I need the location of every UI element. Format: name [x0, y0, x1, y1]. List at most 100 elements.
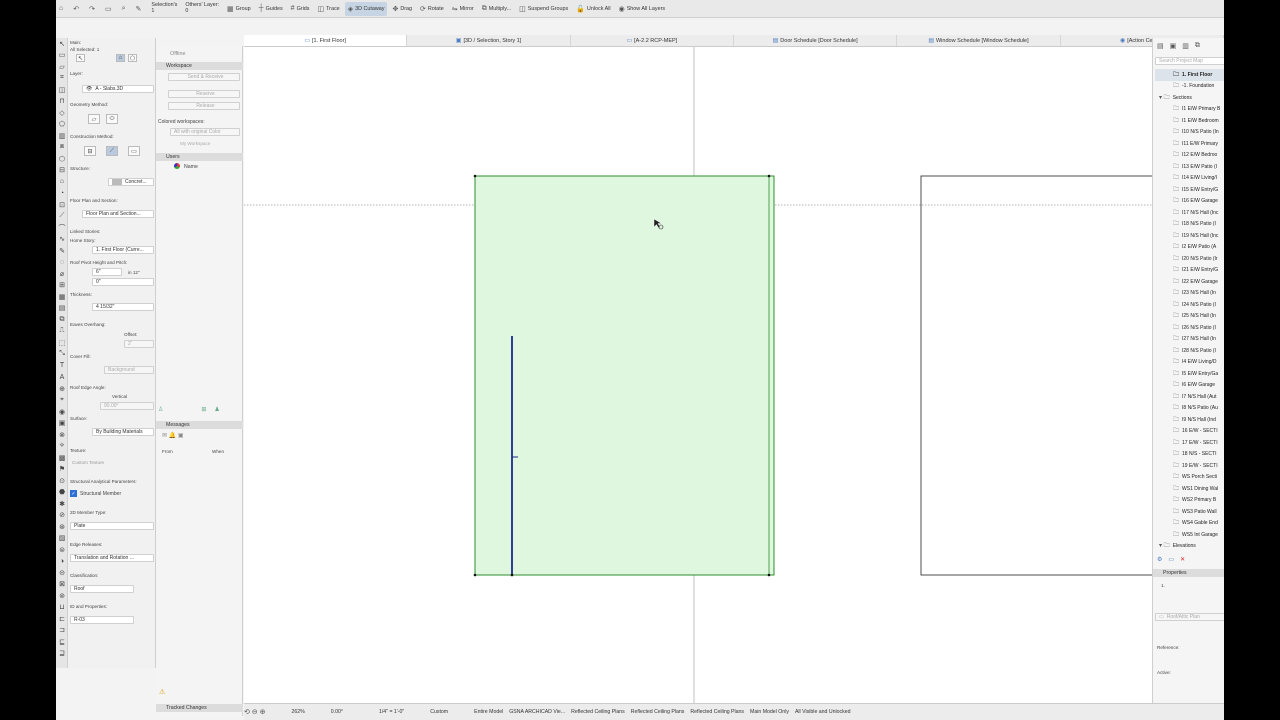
navigator-item[interactable]: 🗀 I20 N/S Patio (Ir [1173, 253, 1218, 265]
tool-icon[interactable]: ⚑ [56, 464, 68, 476]
navigator-item[interactable]: 🗀 I26 N/S Patio (I [1173, 322, 1216, 334]
toolbar-item[interactable]: ⟳ Rotate [417, 2, 447, 16]
tool-icon[interactable]: ⎍ [56, 326, 68, 338]
tool-icon[interactable]: ⟡ [56, 441, 68, 453]
person-icon[interactable]: ♙ [158, 406, 163, 416]
tool-icon[interactable]: ◇ [56, 107, 68, 119]
tool-icon[interactable]: ⊟ [56, 165, 68, 177]
navigator-item[interactable]: 🗀 I6 E/W Garage [1173, 380, 1215, 392]
main-model-value[interactable]: Main Model Only [750, 709, 789, 715]
tool-icon[interactable]: ◑ [56, 556, 68, 568]
project-map-icon[interactable]: ▤ [1157, 42, 1164, 50]
toolbar-item[interactable]: ↷ [86, 2, 100, 16]
tool-icon[interactable]: A [56, 372, 68, 384]
tab-3[interactable]: ▤ Door Schedule [Door Schedule] [734, 35, 898, 46]
close-icon[interactable]: ✕ [1180, 556, 1185, 566]
tab-0[interactable]: ▭ [1. First Floor] [244, 35, 408, 46]
toolbar-item[interactable]: ◫ Trace [314, 2, 342, 16]
settings-icon[interactable]: ⚙ [1157, 556, 1162, 566]
navigator-item[interactable]: 🗀 1. First Floor [1155, 69, 1224, 81]
users-icon[interactable]: ♟ [214, 406, 219, 416]
navigator-item[interactable]: ▾ 🗀 Sections [1159, 92, 1192, 104]
toolbar-item[interactable]: ⧉ Multiply... [479, 2, 514, 16]
toolbar-item[interactable]: ◈ 3D Cutaway [344, 1, 388, 16]
construction-poly-icon[interactable]: ▭ [128, 146, 140, 156]
toolbar-item[interactable]: ▦ Group [224, 2, 254, 16]
tool-icon[interactable]: ⊞ [56, 280, 68, 292]
warning-icon[interactable]: ⚠ [159, 688, 165, 696]
view-name-field[interactable]: ▭ Roof/Attic Plan [1155, 613, 1224, 621]
navigator-item[interactable]: 🗀 I23 N/S Hall (In [1173, 288, 1216, 300]
floorplan-button[interactable]: Floor Plan and Section... [82, 210, 154, 218]
navigator-item[interactable]: 🗀 I25 N/S Hall (In [1173, 311, 1216, 323]
tool-icon[interactable]: ⊑ [56, 636, 68, 648]
tool-icon[interactable]: ⊔ [56, 602, 68, 614]
tool-icon[interactable]: ▦ [56, 291, 68, 303]
navigator-item[interactable]: 🗀 I1 E/W Primary B [1173, 104, 1220, 116]
classification-select[interactable]: Roof [70, 585, 134, 593]
tool-icon[interactable]: ⊙ [56, 475, 68, 487]
navigator-item[interactable]: 🗀 WS Porch Secti [1173, 472, 1217, 484]
tool-icon[interactable]: ⬚ [56, 337, 68, 349]
my-workspace-button[interactable]: My Workspace [180, 141, 210, 146]
tool-icon[interactable]: ⊚ [56, 590, 68, 602]
pen-set-value[interactable]: GSNA ARCHICAD Vie... [509, 709, 565, 715]
tool-icon[interactable]: ⊛ [56, 521, 68, 533]
release-button[interactable]: Release [168, 102, 240, 110]
cover-select[interactable]: Background [104, 366, 154, 374]
tool-icon[interactable]: ∿ [56, 234, 68, 246]
tool-icon[interactable]: ⟋ [56, 211, 68, 223]
navigator-item[interactable]: 🗀 I4 E/W Living/D [1173, 357, 1216, 369]
group-icon[interactable]: ⊞ [201, 406, 206, 416]
toolbar-item[interactable]: ↶ [70, 2, 84, 16]
rcp-value-1[interactable]: Reflected Ceiling Plans [571, 709, 625, 715]
tool-icon[interactable]: ▥ [56, 130, 68, 142]
tool-icon[interactable]: ✎ [56, 245, 68, 257]
thickness-input[interactable]: 4 15/32" [92, 303, 154, 311]
tool-icon[interactable]: ⊝ [56, 567, 68, 579]
tool-icon[interactable]: ⬣ [56, 487, 68, 499]
navigator-item[interactable]: 🗀 WS4 Gable End [1173, 518, 1218, 530]
tool-icon[interactable]: ↖ [56, 38, 68, 50]
navigator-item[interactable]: 🗀 I7 N/S Hall (Aut [1173, 391, 1216, 403]
tool-icon[interactable]: ⬠ [56, 119, 68, 131]
tool-icon[interactable]: ◌ [56, 257, 68, 269]
structural-member-checkbox[interactable]: ✓ [70, 490, 77, 497]
navigator-item[interactable]: 🗀 WS5 Int Garage [1173, 529, 1218, 541]
inbox-icon[interactable]: ▣ [178, 433, 184, 439]
tool-icon[interactable]: ◔ [56, 188, 68, 200]
tracked-changes-header[interactable]: Tracked Changes [156, 704, 243, 712]
tab-2[interactable]: ▭ [A-2.2 RCP-MEP] [571, 35, 734, 46]
tool-icon[interactable]: ⊒ [56, 648, 68, 660]
arrow-tool-icon[interactable]: ↖ [76, 54, 85, 62]
tool-icon[interactable]: ⊏ [56, 613, 68, 625]
layer-select[interactable]: 👁 A - Slabs.3D [82, 85, 154, 93]
toolbar-item[interactable]: ⌂ [56, 2, 68, 16]
navigator-item[interactable]: 🗀 I21 E/W Entry/G [1173, 265, 1218, 277]
tool-icon[interactable]: ⌖ [56, 395, 68, 407]
tool-icon[interactable]: ⌒ [56, 222, 68, 234]
tool-icon[interactable]: ⧈ [56, 142, 68, 154]
zoom-value[interactable]: 262% [292, 709, 305, 715]
when-column[interactable]: When [212, 449, 224, 454]
tool-icon[interactable]: ✱ [56, 498, 68, 510]
properties-header[interactable]: Properties [1153, 569, 1224, 577]
navigator-item[interactable]: 🗀 I1 E/W Bedroom [1173, 115, 1219, 127]
tool-icon[interactable]: ◫ [56, 84, 68, 96]
tool-icon[interactable]: ⊡ [56, 199, 68, 211]
navigator-item[interactable]: 🗀 -1. Foundation [1173, 81, 1214, 93]
tool-icon[interactable]: ⤡ [56, 349, 68, 361]
tool-icon[interactable]: ▤ [56, 303, 68, 315]
tool-icon[interactable]: ▨ [56, 533, 68, 545]
toolbar-item[interactable]: ┼ Guides [256, 2, 286, 16]
tool-icon[interactable]: ▩ [56, 452, 68, 464]
toolbar-item[interactable]: ✎ [133, 2, 147, 16]
id-input[interactable]: R-03 [70, 616, 134, 624]
navigator-item[interactable]: 🗀 I17 N/S Hall (Inc [1173, 207, 1218, 219]
navigator-search-input[interactable]: Search Project Map [1155, 57, 1224, 65]
pitch-input[interactable]: 6" [92, 268, 122, 276]
reserve-button[interactable]: Reserve [168, 90, 240, 98]
navigator-item[interactable]: 🗀 I27 N/S Hall (In [1173, 334, 1216, 346]
navigator-item[interactable]: 🗀 I10 N/S Patio (In [1173, 127, 1219, 139]
navigator-item[interactable]: 🗀 I24 N/S Patio (I [1173, 299, 1216, 311]
